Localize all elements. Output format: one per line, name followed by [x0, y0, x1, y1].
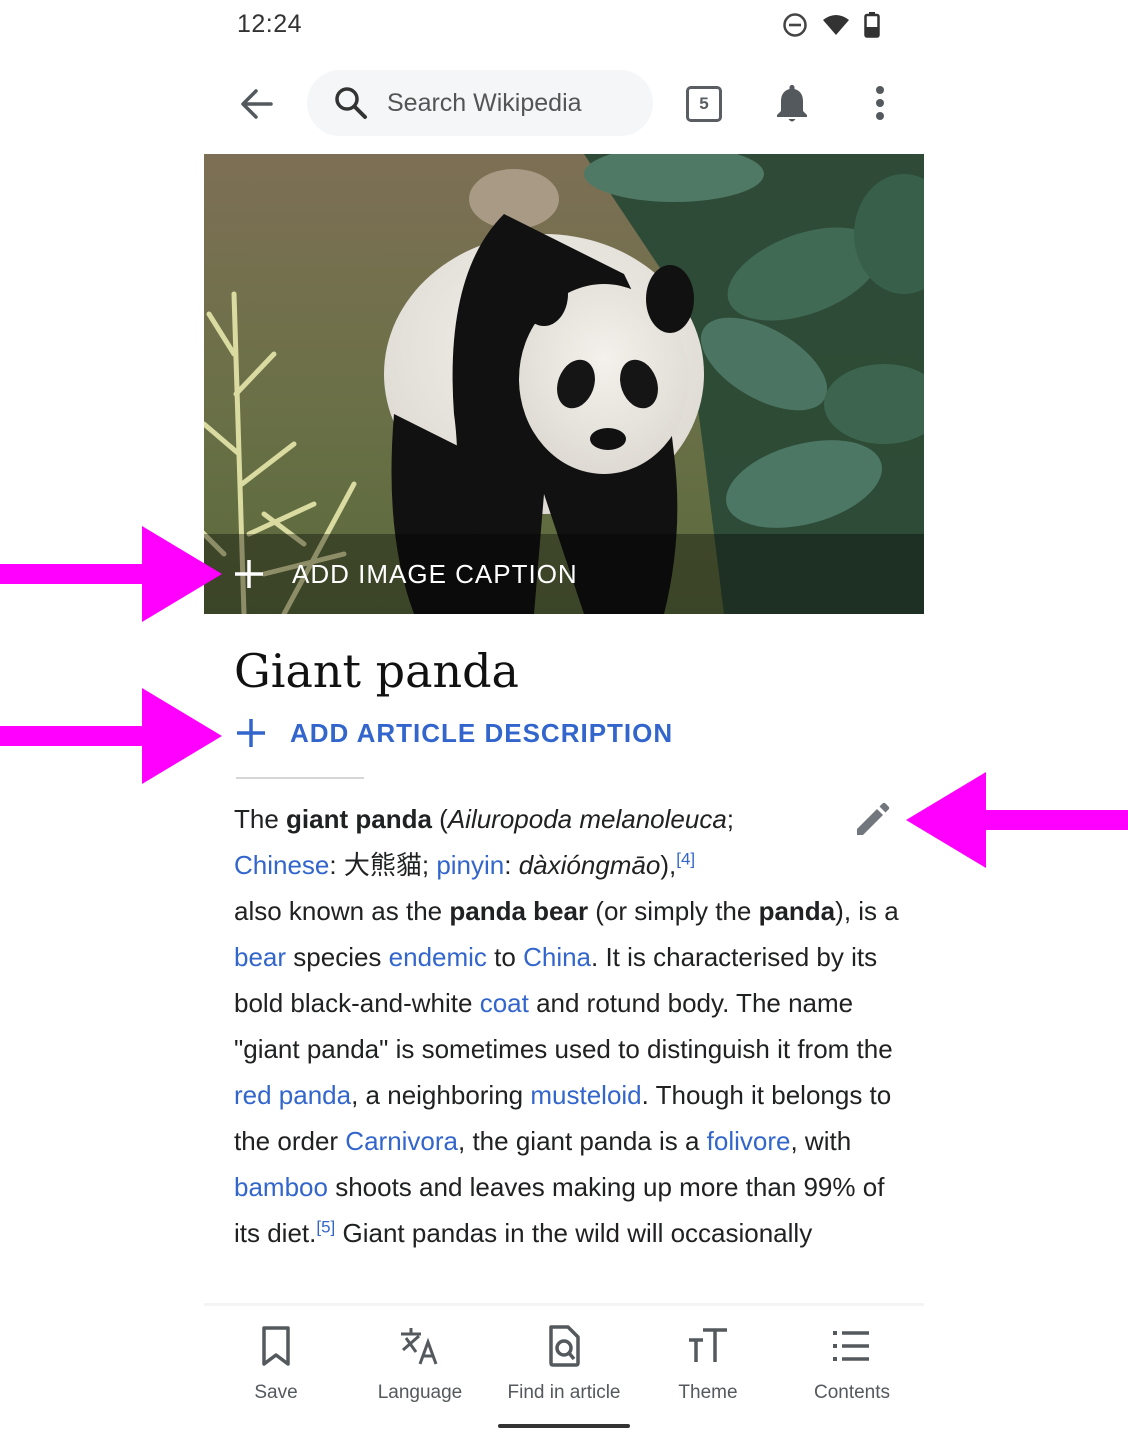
- text-run: also known as the: [234, 896, 450, 926]
- translate-icon: [401, 1328, 438, 1365]
- theme-button[interactable]: Theme: [636, 1324, 780, 1404]
- bold-term: giant panda: [286, 804, 432, 834]
- article-link[interactable]: red panda: [234, 1080, 351, 1110]
- home-indicator[interactable]: [498, 1424, 630, 1428]
- status-icons: [782, 12, 880, 38]
- text-run: , the giant panda is a: [458, 1126, 707, 1156]
- find-in-article-button[interactable]: Find in article: [492, 1324, 636, 1404]
- article-link[interactable]: folivore: [707, 1126, 791, 1156]
- do-not-disturb-icon: [783, 13, 807, 37]
- save-button[interactable]: Save: [204, 1324, 348, 1404]
- article-link[interactable]: Chinese: [234, 850, 329, 880]
- article-link[interactable]: bear: [234, 942, 286, 972]
- more-vertical-icon: [876, 86, 884, 120]
- bookmark-icon: [262, 1326, 290, 1366]
- tabs-count-button[interactable]: 5: [686, 86, 722, 122]
- language-label: Language: [377, 1382, 463, 1403]
- article-link[interactable]: China: [523, 942, 591, 972]
- arrow-left-icon: [241, 89, 273, 119]
- text-run: ),: [660, 850, 677, 880]
- text-run: to: [486, 942, 524, 972]
- text-run: (or simply the: [588, 896, 759, 926]
- add-article-description-button[interactable]: ADD ARTICLE DESCRIPTION: [234, 716, 673, 750]
- article-link[interactable]: Carnivora: [345, 1126, 458, 1156]
- bold-term: panda: [758, 896, 836, 926]
- search-placeholder: Search Wikipedia: [387, 88, 582, 117]
- lead-image[interactable]: ADD IMAGE CAPTION: [204, 154, 924, 614]
- article-link[interactable]: musteloid: [530, 1080, 641, 1110]
- tab-count: 5: [699, 94, 709, 113]
- contents-button[interactable]: Contents: [780, 1324, 924, 1404]
- article-link[interactable]: bamboo: [234, 1172, 328, 1202]
- reference: [4]: [676, 849, 695, 868]
- add-image-caption-button[interactable]: ADD IMAGE CAPTION: [204, 534, 924, 614]
- text-run: : 大熊貓;: [329, 850, 437, 880]
- search-icon: [335, 87, 367, 119]
- reference-link[interactable]: [5]: [316, 1217, 335, 1236]
- plus-icon: [237, 719, 265, 747]
- search-input[interactable]: Search Wikipedia: [307, 70, 653, 136]
- status-time: 12:24: [237, 10, 303, 38]
- text-run: The: [234, 804, 287, 834]
- save-label: Save: [254, 1382, 298, 1403]
- article-link[interactable]: pinyin: [436, 850, 504, 880]
- back-button[interactable]: [234, 82, 278, 126]
- find-in-article-label: Find in article: [507, 1382, 621, 1403]
- battery-icon: [864, 12, 880, 38]
- article-body: The giant panda (Ailuropoda melanoleuca;…: [234, 796, 904, 1256]
- italic-term: dàxióngmāo: [518, 850, 661, 880]
- notifications-button[interactable]: [772, 82, 812, 124]
- plus-icon: [235, 560, 263, 588]
- page-title: Giant panda: [234, 644, 519, 698]
- contents-label: Contents: [813, 1382, 891, 1403]
- italic-term: Ailuropoda melanoleuca: [447, 804, 727, 834]
- add-article-description-label: ADD ARTICLE DESCRIPTION: [290, 717, 674, 748]
- reference-link[interactable]: [4]: [676, 849, 695, 868]
- find-in-page-icon: [549, 1325, 580, 1367]
- title-divider: [236, 777, 364, 779]
- article-link[interactable]: endemic: [389, 942, 487, 972]
- article-link[interactable]: coat: [480, 988, 529, 1018]
- text-run: , a neighboring: [351, 1080, 531, 1110]
- wifi-icon: [823, 15, 849, 35]
- bold-term: panda bear: [449, 896, 589, 926]
- reference: [5]: [316, 1217, 335, 1236]
- text-run: ;: [726, 804, 735, 834]
- text-run: species: [286, 942, 389, 972]
- annotation-arrow-edit: [906, 772, 1128, 868]
- annotation-arrow-description: [0, 688, 222, 784]
- language-button[interactable]: Language: [348, 1324, 492, 1404]
- text-run: Giant pandas in the wild will occasional…: [335, 1218, 813, 1248]
- list-icon: [833, 1331, 869, 1361]
- bell-icon: [777, 85, 807, 122]
- text-size-icon: [689, 1328, 727, 1362]
- add-image-caption-label: ADD IMAGE CAPTION: [292, 558, 578, 589]
- text-run: (: [431, 804, 448, 834]
- annotation-arrow-caption: [0, 526, 222, 622]
- bottom-action-bar: Save Language Find in article Theme Cont…: [204, 1303, 924, 1443]
- text-run: , with: [790, 1126, 852, 1156]
- theme-label: Theme: [678, 1382, 738, 1403]
- overflow-menu-button[interactable]: [866, 84, 894, 124]
- text-run: ), is a: [835, 896, 899, 926]
- text-run: :: [504, 850, 519, 880]
